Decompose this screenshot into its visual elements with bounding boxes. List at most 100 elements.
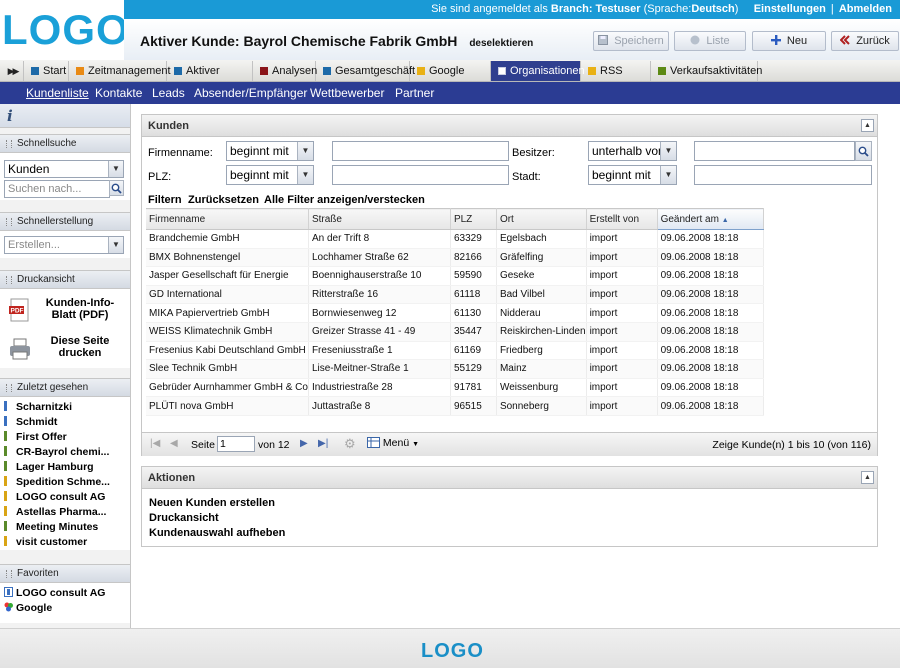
cell-erstellt-von: import — [586, 266, 658, 286]
table-row[interactable]: MIKA Papiervertrieb GmbH Bornwiesenweg 12… — [146, 303, 764, 323]
recent-item[interactable]: Lager Hamburg — [4, 460, 128, 475]
subnav-partner[interactable]: Partner — [395, 86, 434, 100]
column-header-plz[interactable]: PLZ — [450, 208, 497, 230]
recent-item-label: Schmidt — [16, 416, 58, 428]
previous-page-icon[interactable]: ◀ — [170, 438, 178, 449]
table-row[interactable]: PLÜTI nova GmbH Juttastraße 8 96515 Sonnebe… — [146, 396, 764, 416]
first-page-icon[interactable]: |◀ — [150, 438, 160, 449]
tab-aktiver-kunde[interactable]: Aktiver Kunde — [167, 61, 253, 97]
info-icon[interactable]: i — [7, 107, 13, 125]
column-header-ort[interactable]: Ort — [496, 208, 587, 230]
tab-start[interactable]: Start — [24, 61, 69, 81]
tab-gesamtgeschaeft[interactable]: Gesamtgeschäft — [316, 61, 415, 81]
table-row[interactable]: WEISS Klimatechnik GmbH Greizer Strasse 4… — [146, 322, 764, 342]
recent-item[interactable]: Schmidt — [4, 415, 128, 430]
pencil-icon — [4, 476, 13, 486]
recent-item[interactable]: Spedition Schme... — [4, 475, 128, 490]
firmenname-label: Firmenname: — [148, 147, 213, 159]
tab-google-maps[interactable]: Google Maps — [410, 61, 491, 97]
column-header-firmenname[interactable]: Firmenname — [146, 208, 309, 230]
deselect-link[interactable]: deselektieren — [469, 38, 533, 49]
firmenname-operator-select[interactable]: beginnt mit ▼ — [226, 141, 314, 161]
cell-erstellt-von: import — [586, 359, 658, 379]
table-row[interactable]: BMX Bohnenstengel Lochhamer Straße 62 8216… — [146, 248, 764, 268]
cell-geaendert-am: 09.06.2008 18:18 — [657, 285, 764, 305]
stadt-input[interactable] — [694, 165, 872, 185]
column-header-erstellt-von[interactable]: Erstellt von — [586, 208, 658, 230]
table-row[interactable]: Jasper Gesellschaft für Energie Boennigha… — [146, 266, 764, 286]
pdf-info-sheet-button[interactable]: PDF Kunden-Info-Blatt (PDF) — [5, 294, 125, 332]
plz-input[interactable] — [332, 165, 509, 185]
quicksearch-input[interactable]: Suchen nach... — [4, 180, 110, 198]
page-number-input[interactable]: 1 — [217, 436, 255, 452]
column-header-geaendert-am[interactable]: Geändert am ▲ — [657, 208, 764, 230]
recent-item[interactable]: LOGO consult AG — [4, 490, 128, 505]
list-button[interactable]: Liste — [674, 31, 746, 51]
menu-label: Menü — [382, 437, 410, 449]
quickcreate-placeholder: Erstellen... — [8, 239, 60, 251]
cell-plz: 82166 — [450, 248, 497, 268]
favorite-item[interactable]: LOGO consult AG — [4, 586, 128, 601]
action-new-customer[interactable]: Neuen Kunden erstellen — [149, 497, 275, 509]
back-button[interactable]: Zurück — [831, 31, 899, 51]
favorite-item[interactable]: Google — [4, 601, 128, 616]
logout-link[interactable]: Abmelden — [839, 3, 892, 15]
settings-link[interactable]: Einstellungen — [754, 3, 826, 15]
subnav-absender-empfaenger[interactable]: Absender/Empfänger — [194, 86, 307, 100]
besitzer-operator-value: unterhalb von — [592, 144, 665, 158]
table-row[interactable]: GD International Ritterstraße 16 61118 Bad … — [146, 285, 764, 305]
next-page-icon[interactable]: ▶ — [300, 438, 308, 449]
recent-item[interactable]: First Offer — [4, 430, 128, 445]
quicksearch-type-select[interactable]: Kunden ▼ — [4, 160, 124, 178]
print-page-button[interactable]: Diese Seite drucken — [5, 332, 125, 370]
reset-link[interactable]: Zurücksetzen — [188, 194, 259, 206]
tab-analysen[interactable]: Analysen — [253, 61, 317, 81]
cell-strasse: An der Trift 8 — [308, 229, 451, 249]
save-button[interactable]: Speichern — [593, 31, 669, 51]
double-chevron-right-icon[interactable]: ▶▶ — [2, 61, 24, 81]
filter-link[interactable]: Filtern — [148, 194, 182, 206]
recent-item[interactable]: Astellas Pharma... — [4, 505, 128, 520]
tab-organisationen[interactable]: Organisationen — [491, 61, 585, 81]
table-row[interactable]: Gebrüder Aurnhammer GmbH & Co Industriest… — [146, 378, 764, 398]
new-button[interactable]: Neu — [752, 31, 826, 51]
subnav-wettbewerber[interactable]: Wettbewerber — [310, 86, 384, 100]
recent-item[interactable]: visit customer — [4, 535, 128, 550]
tab-verkaufsaktivitaeten[interactable]: Verkaufsaktivitäten — [651, 61, 762, 81]
search-icon[interactable] — [109, 180, 124, 196]
besitzer-input[interactable] — [694, 141, 855, 161]
tab-zeitmanagement[interactable]: Zeitmanagement — [69, 61, 171, 81]
recent-item[interactable]: CR-Bayrol chemi... — [4, 445, 128, 460]
subnav-kundenliste[interactable]: Kundenliste — [26, 86, 89, 100]
collapse-icon[interactable]: ▲ — [861, 119, 874, 132]
column-header-label: Geändert am — [660, 213, 719, 225]
plz-operator-select[interactable]: beginnt mit ▼ — [226, 165, 314, 185]
tab-rss-news[interactable]: RSS News — [581, 61, 651, 97]
table-row[interactable]: Brandchemie GmbH An der Trift 8 63329 Egels… — [146, 229, 764, 249]
table-row[interactable]: Slee Technik GmbH Lise-Meitner-Straße 1 55… — [146, 359, 764, 379]
footer-logo: LOGO — [421, 640, 484, 662]
quickcreate-select[interactable]: Erstellen... ▼ — [4, 236, 124, 254]
collapse-icon[interactable]: ▲ — [861, 471, 874, 484]
subnav-kontakte[interactable]: Kontakte — [95, 86, 142, 100]
refresh-icon[interactable]: ⚙ — [344, 436, 356, 452]
search-icon[interactable] — [855, 141, 872, 161]
cell-plz: 96515 — [450, 396, 497, 416]
tab-color-icon — [260, 67, 268, 75]
table-icon — [367, 437, 380, 449]
action-print-view[interactable]: Druckansicht — [149, 512, 219, 524]
cell-geaendert-am: 09.06.2008 18:18 — [657, 396, 764, 416]
firmenname-input[interactable] — [332, 141, 509, 161]
action-clear-customer[interactable]: Kundenauswahl aufheben — [149, 527, 285, 539]
besitzer-operator-select[interactable]: unterhalb von ▼ — [588, 141, 677, 161]
cell-ort: Reiskirchen-Linden — [496, 322, 587, 342]
last-page-icon[interactable]: ▶| — [318, 438, 328, 449]
table-row[interactable]: Fresenius Kabi Deutschland GmbH Fresenius… — [146, 341, 764, 361]
recent-item[interactable]: Meeting Minutes — [4, 520, 128, 535]
recent-item[interactable]: Scharnitzki — [4, 400, 128, 415]
menu-button[interactable]: Menü ▼ — [367, 437, 419, 449]
subnav-leads[interactable]: Leads — [152, 86, 185, 100]
column-header-strasse[interactable]: Straße — [308, 208, 451, 230]
stadt-operator-select[interactable]: beginnt mit ▼ — [588, 165, 677, 185]
toggle-filters-link[interactable]: Alle Filter anzeigen/verstecken — [264, 194, 425, 206]
